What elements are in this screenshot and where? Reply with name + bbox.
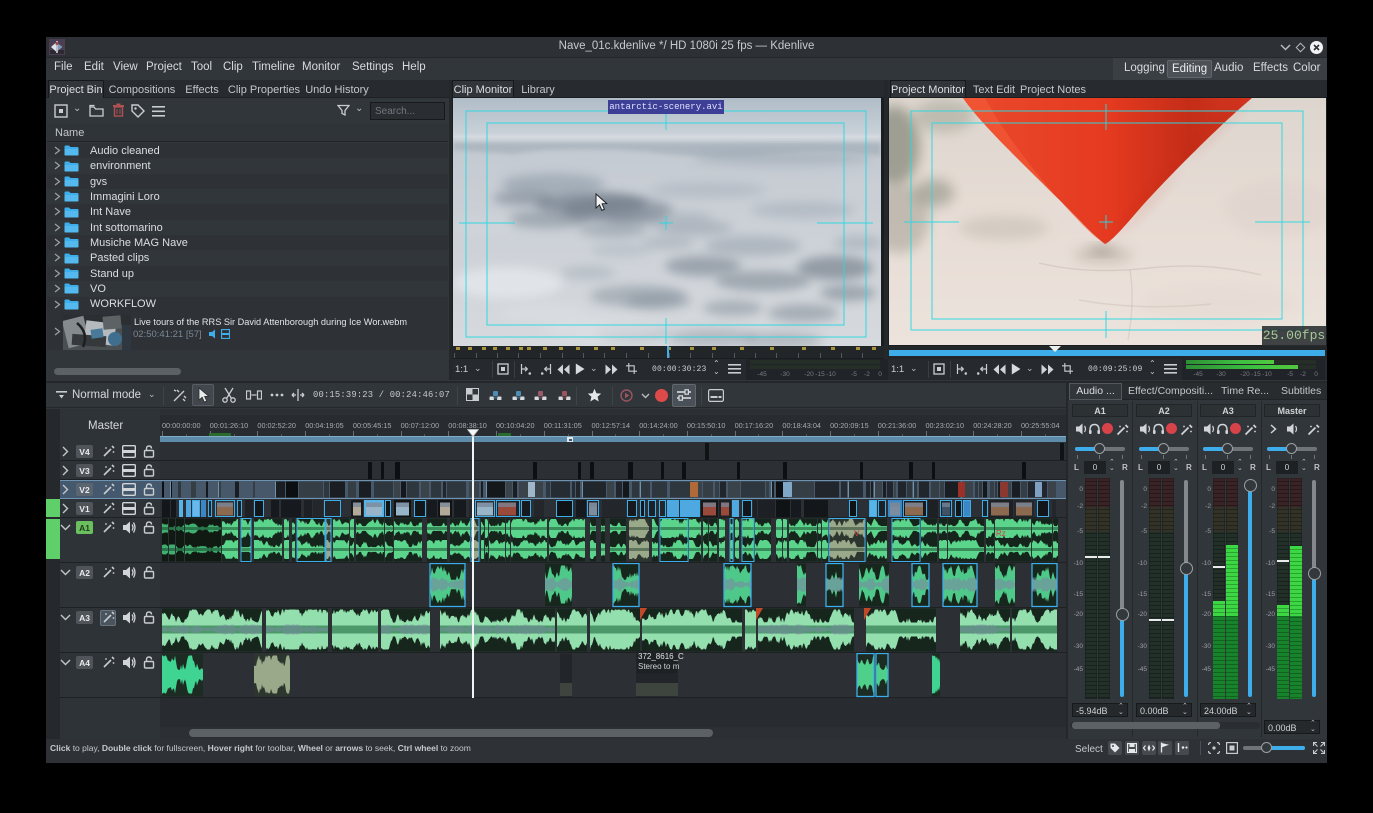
svg-text:Rz: Rz xyxy=(996,529,1006,538)
svg-text:V: V xyxy=(854,529,860,538)
